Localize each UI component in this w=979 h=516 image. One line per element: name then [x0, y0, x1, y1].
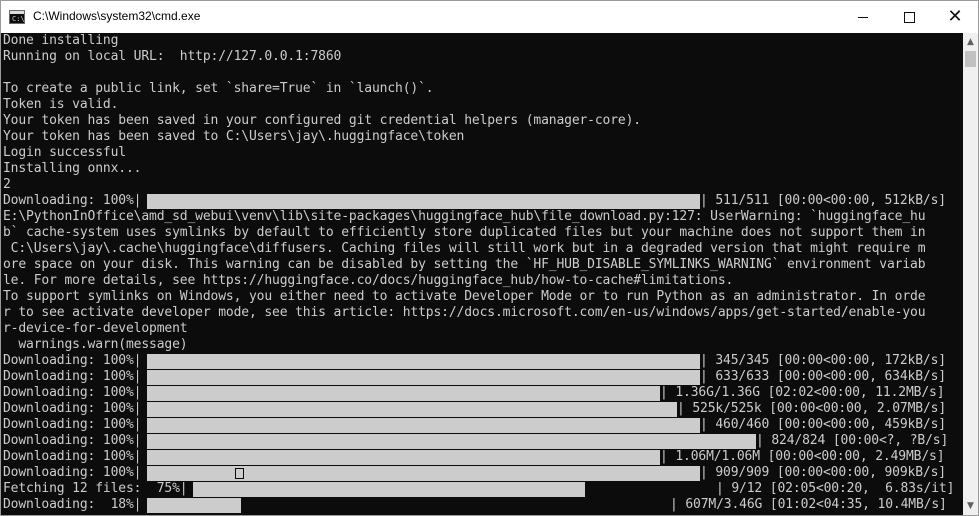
console-line: 2	[3, 177, 11, 192]
progress-stats: | 511/511 [00:00<00:00, 512kB/s]	[700, 193, 946, 208]
maximize-icon	[903, 12, 915, 23]
progress-stats: | 345/345 [00:00<00:00, 172kB/s]	[700, 353, 946, 368]
console-line: warnings.warn(message)	[3, 337, 188, 352]
console-line: Installing onnx...	[3, 161, 142, 176]
console-line: r to see activate developer mode, see th…	[3, 305, 926, 320]
text-cursor	[235, 468, 244, 479]
progress-stats: | 607M/3.46G [01:02<04:35, 10.4MB/s]	[670, 497, 947, 512]
progress-stats: | 633/633 [00:00<00:00, 634kB/s]	[700, 369, 946, 384]
maximize-button[interactable]	[886, 1, 932, 33]
close-icon: ✕	[947, 6, 963, 27]
console-line: le. For more details, see https://huggin…	[3, 273, 734, 288]
scroll-thumb[interactable]	[965, 51, 976, 67]
console-line: Running on local URL: http://127.0.0.1:7…	[3, 49, 342, 64]
scroll-down-arrow-icon[interactable]: ▼	[963, 499, 978, 513]
progress-bar-fill	[147, 434, 756, 449]
minimize-icon	[858, 17, 868, 18]
console-line: r-device-for-development	[3, 321, 188, 336]
cmd-prompt-icon: C:\	[9, 10, 25, 24]
progress-label: Downloading: 18%|	[3, 497, 142, 512]
close-button[interactable]: ✕	[932, 1, 978, 33]
progress-label: Fetching 12 files: 75%|	[3, 481, 188, 496]
progress-bar-fill	[147, 370, 700, 385]
progress-label: Downloading: 100%|	[3, 449, 142, 464]
minimize-button[interactable]	[840, 1, 886, 33]
vertical-scrollbar[interactable]: ▲ ▼	[963, 33, 978, 515]
window-title: C:\Windows\system32\cmd.exe	[33, 9, 201, 23]
scroll-up-arrow-icon[interactable]: ▲	[963, 35, 978, 49]
console-line: Your token has been saved in your config…	[3, 113, 641, 128]
console-line: b` cache-system uses symlinks by default…	[3, 225, 926, 240]
console-line: C:\Users\jay\.cache\huggingface\diffuser…	[3, 241, 926, 256]
progress-label: Downloading: 100%|	[3, 385, 142, 400]
progress-stats: | 9/12 [02:05<00:20, 6.83s/it]	[716, 481, 955, 496]
console-line: Done installing	[3, 33, 119, 48]
progress-label: Downloading: 100%|	[3, 417, 142, 432]
progress-stats: | 525k/525k [00:00<00:00, 2.07MB/s]	[677, 401, 947, 416]
console-line: E:\PythonInOffice\amd_sd_webui\venv\lib\…	[3, 209, 926, 224]
progress-label: Downloading: 100%|	[3, 369, 142, 384]
console-line: To support symlinks on Windows, you eith…	[3, 289, 926, 304]
progress-stats: | 824/824 [00:00<?, ?B/s]	[756, 433, 949, 448]
progress-bar-fill	[147, 194, 700, 209]
console-line: Token is valid.	[3, 97, 119, 112]
progress-bar-fill	[147, 418, 700, 433]
console-line: Login successful	[3, 145, 126, 160]
progress-label: Downloading: 100%|	[3, 465, 142, 480]
progress-stats: | 460/460 [00:00<00:00, 459kB/s]	[700, 417, 946, 432]
progress-label: Downloading: 100%|	[3, 433, 142, 448]
progress-stats: | 909/909 [00:00<00:00, 909kB/s]	[700, 465, 946, 480]
progress-label: Downloading: 100%|	[3, 401, 142, 416]
cmd-window: C:\ C:\Windows\system32\cmd.exe ✕ Done i…	[0, 0, 979, 516]
progress-bar-fill	[147, 466, 700, 481]
progress-label: Downloading: 100%|	[3, 353, 142, 368]
console-line: ore space on your disk. This warning can…	[3, 257, 926, 272]
console-output[interactable]: Done installing Running on local URL: htt…	[3, 33, 963, 515]
console-line: To create a public link, set `share=True…	[3, 81, 434, 96]
title-bar[interactable]: C:\ C:\Windows\system32\cmd.exe ✕	[1, 1, 978, 33]
progress-bar-fill	[193, 482, 585, 497]
progress-stats: | 1.36G/1.36G [02:02<00:00, 11.2MB/s]	[660, 385, 945, 400]
console-line: Your token has been saved to C:\Users\ja…	[3, 129, 465, 144]
progress-bar-fill	[147, 354, 700, 369]
progress-bar-fill	[147, 386, 660, 401]
progress-bar-fill	[147, 498, 241, 513]
progress-bar-fill	[147, 450, 660, 465]
progress-stats: | 1.06M/1.06M [00:00<00:00, 2.49MB/s]	[660, 449, 945, 464]
progress-label: Downloading: 100%|	[3, 193, 142, 208]
progress-bar-fill	[147, 402, 677, 417]
